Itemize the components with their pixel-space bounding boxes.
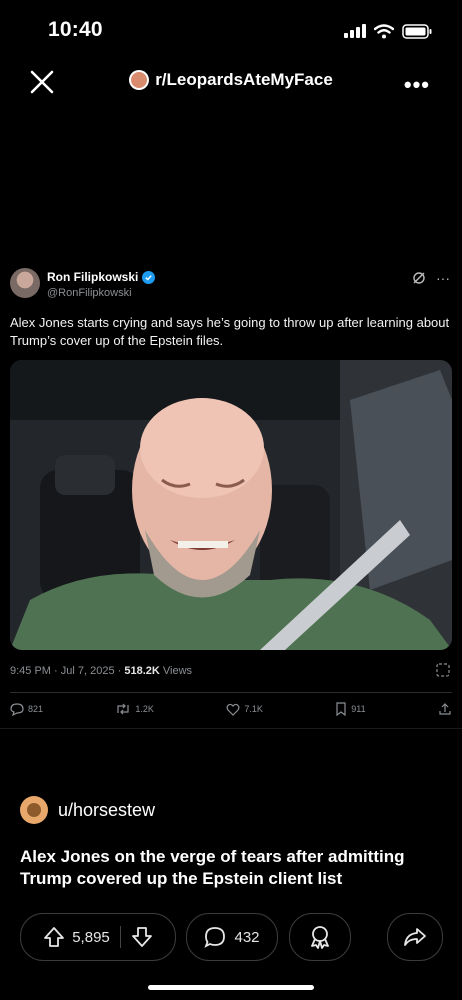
username[interactable]: u/horsestew (58, 800, 155, 821)
award-icon (311, 926, 329, 949)
post-title: Alex Jones on the verge of tears after a… (20, 847, 405, 888)
share-icon (404, 928, 426, 946)
more-options-button[interactable]: ••• (404, 72, 430, 98)
post-author[interactable]: u/horsestew (20, 796, 155, 824)
share-button[interactable] (387, 913, 443, 961)
upvote-icon[interactable] (43, 926, 65, 948)
tweet-divider (10, 692, 452, 693)
subreddit-avatar (129, 70, 150, 90)
status-icons (344, 22, 432, 40)
tweet-author-avatar (10, 268, 40, 298)
tweet-more-icon: ··· (436, 270, 450, 286)
wifi-icon (374, 23, 394, 38)
user-avatar[interactable] (20, 796, 48, 824)
vote-control: 5,895 (20, 913, 176, 961)
battery-icon (402, 23, 432, 39)
comments-button[interactable]: 432 (186, 913, 278, 961)
tweet-bookmarks-count: 911 (351, 704, 366, 714)
heart-icon (226, 703, 240, 716)
vote-separator (119, 926, 121, 948)
status-time: 10:40 (48, 18, 103, 41)
verified-badge-icon (142, 270, 156, 284)
tweet-views-count: 518.2K (124, 665, 160, 677)
subreddit-header[interactable]: r/LeopardsAteMyFace (0, 70, 462, 90)
tweet-analytics-icon (436, 663, 450, 682)
tweet-video-thumbnail (10, 360, 452, 650)
downvote-icon[interactable] (131, 926, 153, 948)
comment-icon (204, 927, 226, 948)
upload-icon (439, 703, 451, 715)
subreddit-name[interactable]: r/LeopardsAteMyFace (155, 70, 333, 90)
tweet-reposts-count: 1.2K (135, 704, 154, 714)
signal-icon (344, 24, 366, 38)
tweet-stats: 821 1.2K 7.1K 911 (10, 702, 452, 716)
tweet-share (438, 702, 452, 716)
content-divider (0, 728, 462, 729)
award-button[interactable] (289, 913, 351, 961)
upvote-count: 5,895 (72, 928, 110, 946)
tweet-likes-count: 7.1K (244, 704, 263, 714)
comment-count: 432 (234, 928, 260, 946)
repost-icon (117, 703, 130, 715)
tweet-author-name-text: Ron Filipkowski (47, 270, 139, 284)
tweet-reposts: 1.2K (115, 702, 154, 716)
tweet-replies-count: 821 (28, 704, 44, 714)
tweet-bookmarks: 911 (335, 702, 366, 716)
tweet-author-handle: @RonFilipkowski (47, 287, 132, 299)
tweet-likes: 7.1K (226, 703, 263, 716)
home-indicator[interactable] (148, 985, 314, 990)
grok-icon (413, 272, 425, 284)
tweet-text: Alex Jones starts crying and says he’s g… (10, 315, 450, 348)
tweet-author-name: Ron Filipkowski (47, 270, 156, 284)
reply-icon (10, 703, 24, 716)
tweet-views-label: Views (159, 665, 193, 677)
tweet-timestamp: 9:45 PM · Jul 7, 2025 · (10, 665, 125, 677)
tweet-top-actions: ··· (412, 270, 450, 286)
tweet-replies: 821 (10, 702, 43, 716)
tweet-meta: 9:45 PM · Jul 7, 2025 · 518.2K Views (10, 665, 192, 677)
bookmark-icon (336, 702, 346, 716)
